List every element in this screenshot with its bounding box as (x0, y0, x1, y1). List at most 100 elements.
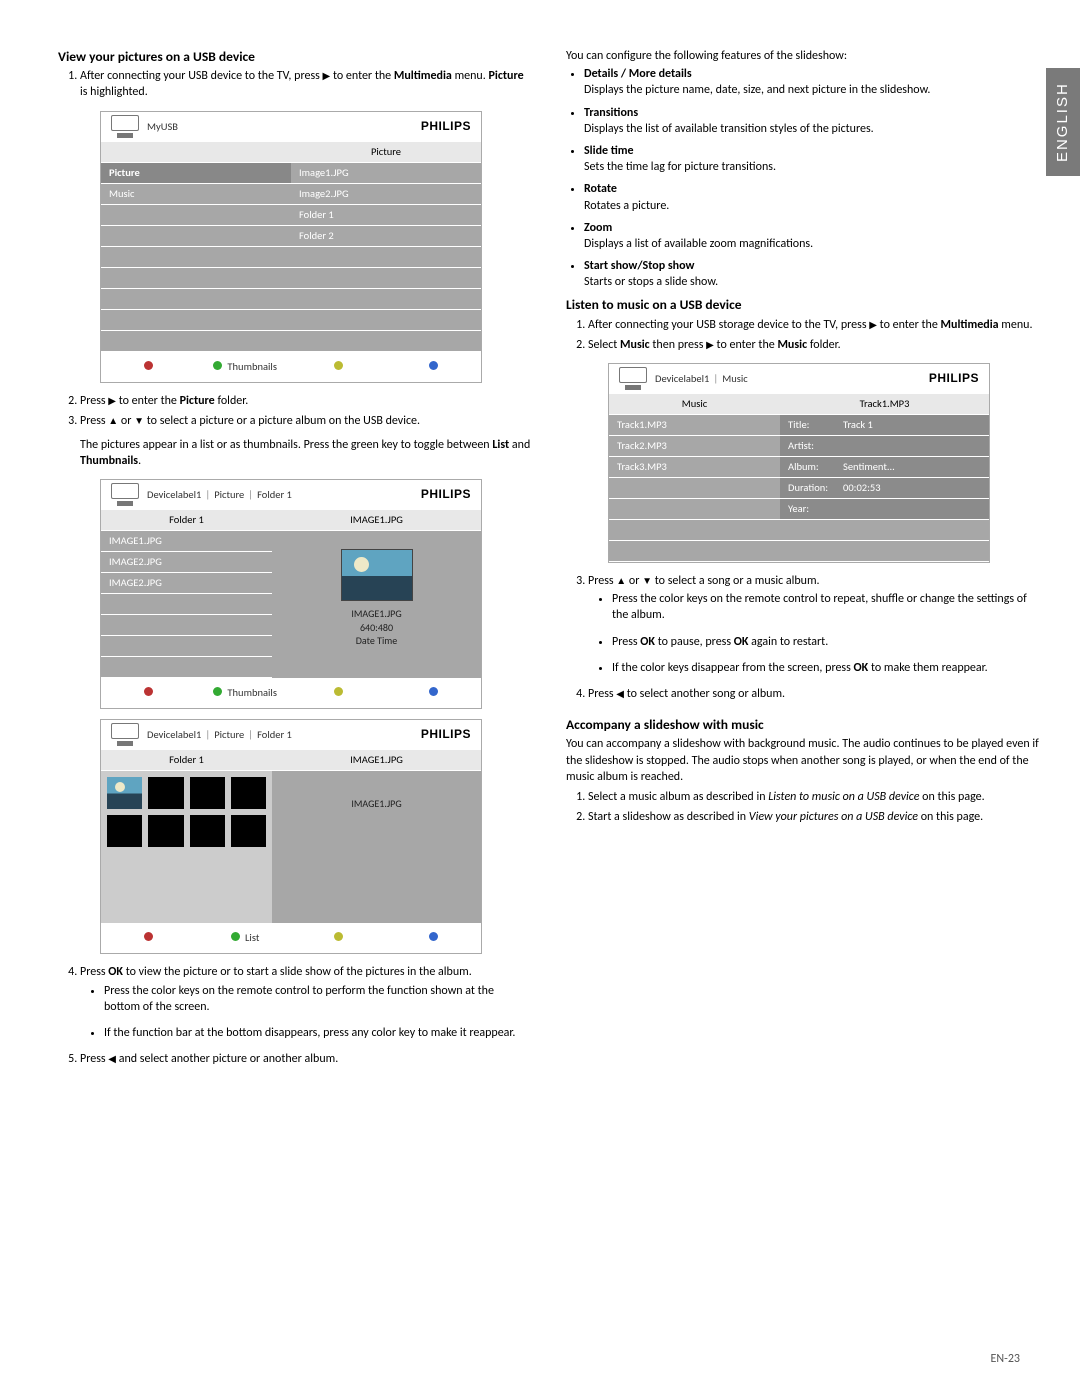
step-1: After connecting your USB device to the … (80, 68, 532, 382)
accompany-intro: You can accompany a slideshow with backg… (566, 736, 1040, 785)
left-icon (108, 1052, 116, 1066)
thumbnail (231, 777, 266, 809)
up-icon (616, 574, 626, 588)
thumbnail (190, 815, 225, 847)
thumbnail (107, 777, 142, 809)
step-5: Press and select another picture or anot… (80, 1051, 532, 1067)
image-preview: IMAGE1.JPG (272, 771, 481, 923)
step-2: Press to enter the Picture folder. (80, 393, 532, 409)
screenshot-list-view: Devicelabel1| Picture| Folder 1 PHILIPS … (100, 479, 482, 709)
substep: If the function bar at the bottom disapp… (104, 1025, 532, 1041)
thumbnail (148, 777, 183, 809)
thumbnail (107, 815, 142, 847)
philips-logo: PHILIPS (421, 726, 471, 742)
blue-key-icon (429, 361, 438, 370)
page-number: EN-23 (991, 1351, 1020, 1367)
play-icon (108, 394, 116, 408)
language-label: ENGLISH (1053, 82, 1073, 162)
philips-logo: PHILIPS (929, 370, 979, 386)
breadcrumb: Devicelabel1| Music (655, 372, 748, 386)
column-header: IMAGE1.JPG (272, 750, 481, 770)
music-procedure: After connecting your USB storage device… (566, 317, 1040, 703)
green-key-icon (213, 361, 222, 370)
meta-row: Year: (780, 499, 989, 519)
section-heading-view-pictures: View your pictures on a USB device (58, 48, 532, 66)
list-item: IMAGE2.JPG (101, 573, 272, 593)
step-3: Press or to select a song or a music alb… (588, 573, 1040, 676)
thumbnail (148, 815, 183, 847)
play-icon (706, 338, 714, 352)
screenshot-music-list: Devicelabel1| Music PHILIPS Music Track1… (608, 363, 990, 563)
image-preview: IMAGE1.JPG 640:480 Date Time (272, 531, 481, 678)
list-item: Track2.MP3 (609, 436, 780, 456)
blue-key-icon (429, 687, 438, 696)
step-3: Press or to select a picture or a pictur… (80, 413, 532, 955)
step-2: Start a slideshow as described in View y… (588, 809, 1040, 825)
list-item: Image1.JPG (291, 163, 481, 183)
accompany-procedure: Select a music album as described in Lis… (566, 789, 1040, 825)
red-key-icon (144, 932, 153, 941)
list-item: Details / More detailsDisplays the pictu… (584, 66, 1040, 98)
right-column: You can configure the following features… (566, 48, 1040, 1071)
list-item: Track3.MP3 (609, 457, 780, 477)
breadcrumb: Devicelabel1| Picture| Folder 1 (147, 488, 292, 502)
meta-row: Title:Track 1 (780, 415, 989, 435)
tv-icon (109, 721, 141, 749)
list-item: Start show/Stop showStarts or stops a sl… (584, 258, 1040, 290)
substep: If the color keys disappear from the scr… (612, 660, 1040, 676)
step-4: Press to select another song or album. (588, 686, 1040, 702)
left-column: View your pictures on a USB device After… (58, 48, 532, 1071)
section-heading-music: Listen to music on a USB device (566, 296, 1040, 314)
tv-icon (109, 481, 141, 509)
breadcrumb: Devicelabel1| Picture| Folder 1 (147, 728, 292, 742)
down-icon (642, 574, 652, 588)
column-header: Picture (291, 142, 481, 162)
substep: Press the color keys on the remote contr… (104, 983, 532, 1015)
step-2: Select Music then press to enter the Mus… (588, 337, 1040, 563)
language-tab: ENGLISH (1046, 68, 1080, 176)
step-1: Select a music album as described in Lis… (588, 789, 1040, 805)
meta-row: Album:Sentiment... (780, 457, 989, 477)
view-pictures-procedure: After connecting your USB device to the … (58, 68, 532, 1067)
list-item: TransitionsDisplays the list of availabl… (584, 105, 1040, 137)
substep: Press the color keys on the remote contr… (612, 591, 1040, 623)
red-key-icon (144, 361, 153, 370)
column-header: Track1.MP3 (780, 394, 989, 414)
step-1: After connecting your USB storage device… (588, 317, 1040, 333)
list-item: Folder 1 (291, 205, 481, 225)
meta-row: Artist: (780, 436, 989, 456)
section-heading-accompany: Accompany a slideshow with music (566, 716, 1040, 734)
yellow-key-icon (334, 932, 343, 941)
slideshow-intro: You can configure the following features… (566, 48, 1040, 64)
blue-key-icon (429, 932, 438, 941)
list-item: Image2.JPG (291, 184, 481, 204)
document-page: ENGLISH View your pictures on a USB devi… (0, 0, 1080, 1397)
green-key-icon (231, 932, 240, 941)
tv-icon (617, 365, 649, 393)
column-header: Folder 1 (101, 510, 272, 530)
meta-row: Duration:00:02:53 (780, 478, 989, 498)
philips-logo: PHILIPS (421, 118, 471, 134)
red-key-icon (144, 687, 153, 696)
substep: Press OK to pause, press OK again to res… (612, 634, 1040, 650)
column-header: Folder 1 (101, 750, 272, 770)
up-icon (108, 414, 118, 428)
left-icon (616, 687, 624, 701)
list-item: Music (101, 184, 291, 204)
down-icon (134, 414, 144, 428)
list-item: ZoomDisplays a list of available zoom ma… (584, 220, 1040, 252)
list-item: RotateRotates a picture. (584, 181, 1040, 213)
list-item: Picture (101, 163, 291, 183)
screenshot-usb-root: MyUSB PHILIPS Picture Music (100, 111, 482, 383)
thumbnail (190, 777, 225, 809)
slideshow-feature-list: Details / More detailsDisplays the pictu… (566, 66, 1040, 290)
list-item: IMAGE2.JPG (101, 552, 272, 572)
yellow-key-icon (334, 687, 343, 696)
breadcrumb: MyUSB (147, 120, 178, 134)
list-item: Track1.MP3 (609, 415, 780, 435)
green-key-icon (213, 687, 222, 696)
yellow-key-icon (334, 361, 343, 370)
column-header: Music (609, 394, 780, 414)
list-item: Folder 2 (291, 226, 481, 246)
thumbnail (231, 815, 266, 847)
